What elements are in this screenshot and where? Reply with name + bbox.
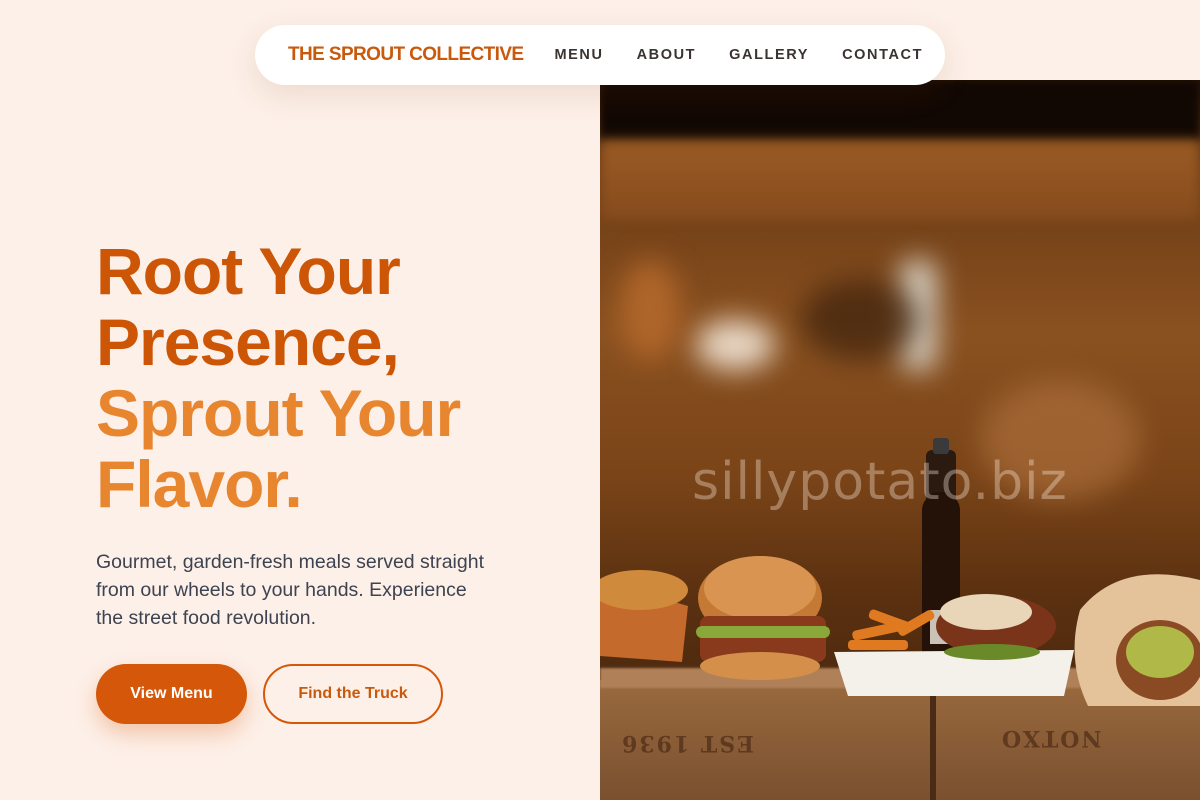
image-blurred-bowl xyxy=(695,320,775,370)
nav-link-contact[interactable]: CONTACT xyxy=(842,47,923,63)
nav-link-about[interactable]: ABOUT xyxy=(637,47,697,63)
nav-link-gallery[interactable]: GALLERY xyxy=(729,47,809,63)
hero-subtext: Gourmet, garden-fresh meals served strai… xyxy=(96,551,485,629)
image-wrap-greens xyxy=(1126,626,1194,678)
headline-line-2: Presence, xyxy=(96,305,400,379)
view-menu-button[interactable]: View Menu xyxy=(96,664,247,724)
image-shelf xyxy=(600,140,1200,220)
hero-text: Root Your Presence, Sprout Your Flavor. xyxy=(96,236,576,520)
nav-link-menu[interactable]: MENU xyxy=(554,47,603,63)
brand-logo[interactable]: THE SPROUT COLLECTIVE xyxy=(288,44,524,66)
nav-links: MENU ABOUT GALLERY CONTACT xyxy=(554,47,923,63)
hero-headline: Root Your Presence, Sprout Your Flavor. xyxy=(96,236,576,520)
image-burger-bun-top-highlight xyxy=(704,556,816,620)
headline-line-4: Flavor. xyxy=(96,447,303,521)
image-blurred-pot xyxy=(800,280,920,360)
image-burger-greens xyxy=(696,626,830,638)
hero-food-image: EST 1936 NOTXO sillypotato.biz xyxy=(600,80,1200,800)
top-navigation: THE SPROUT COLLECTIVE MENU ABOUT GALLERY… xyxy=(255,25,945,85)
image-blurred-jar xyxy=(620,260,680,360)
image-fries-plate xyxy=(834,650,1074,696)
image-pork-toppings xyxy=(940,594,1032,630)
image-shelf-shadow xyxy=(600,80,1200,140)
image-watermark: sillypotato.biz xyxy=(692,452,1068,512)
headline-line-1: Root Your xyxy=(96,234,401,308)
image-pork-slaw xyxy=(944,644,1040,660)
find-the-truck-button[interactable]: Find the Truck xyxy=(263,664,443,724)
headline-line-3: Sprout Your xyxy=(96,376,461,450)
image-burger-bun-bottom xyxy=(700,652,820,680)
